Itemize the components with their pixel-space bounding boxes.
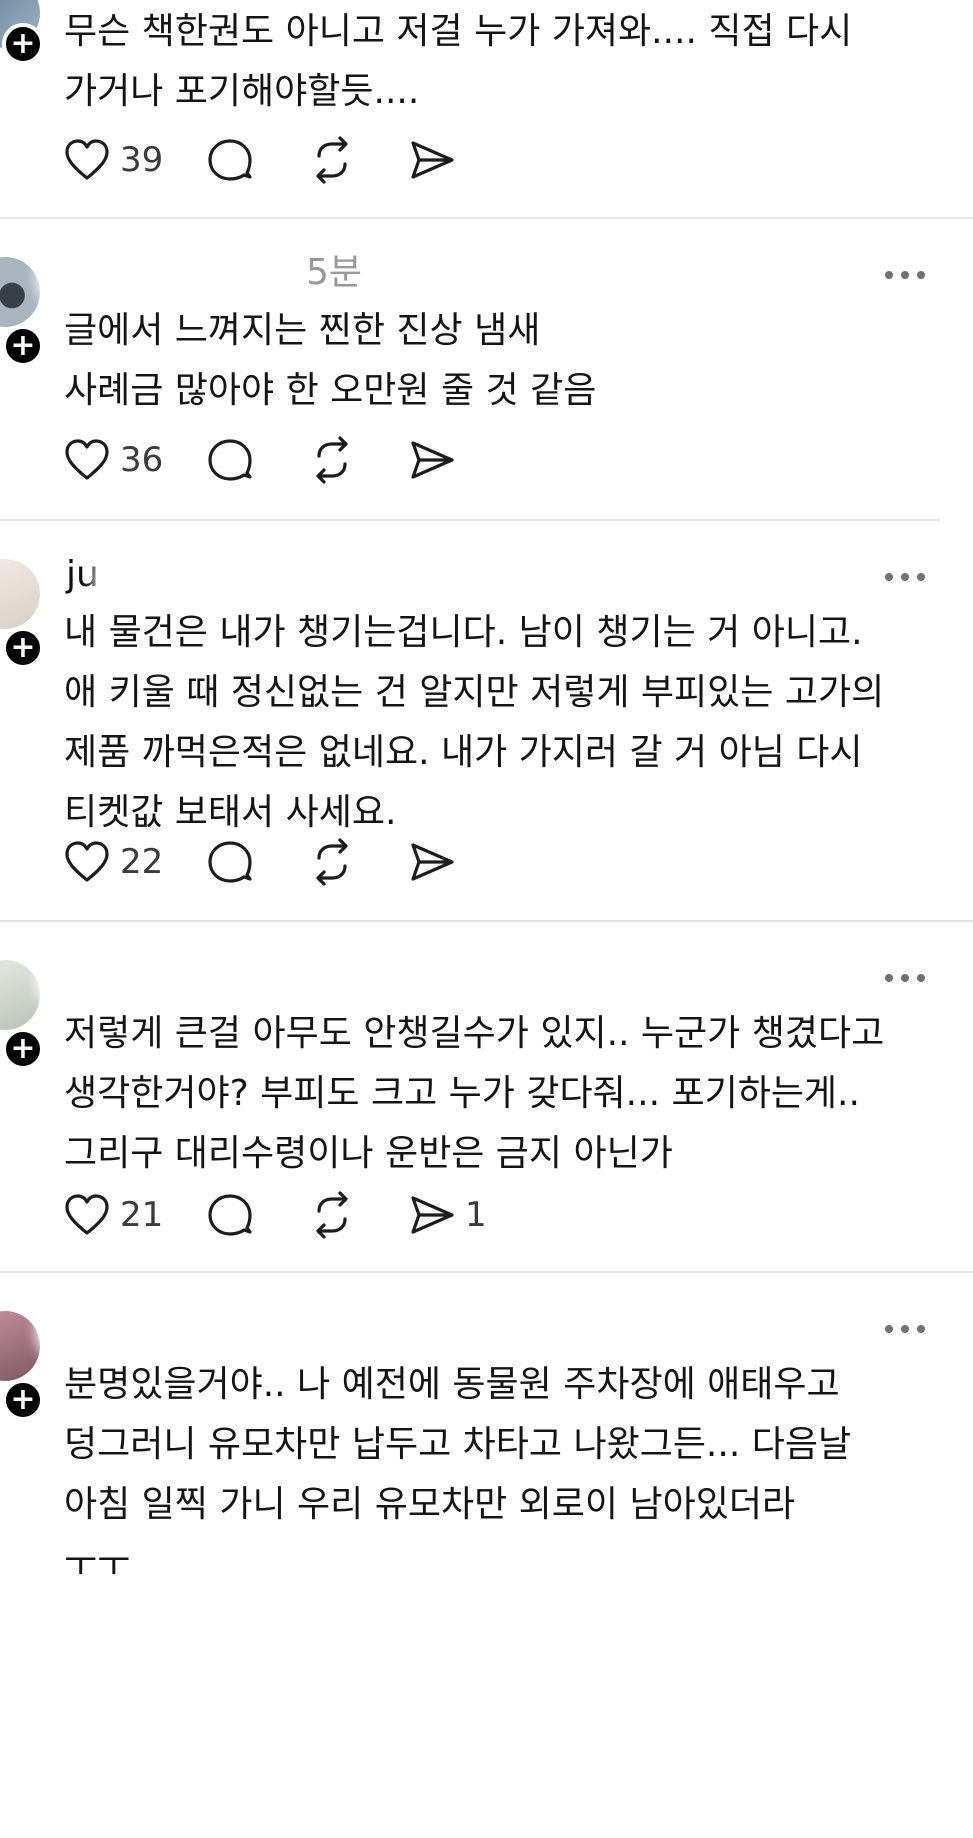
post-text: 글에서 느껴지는 찐한 진상 냄새 사례금 많아야 한 오만원 줄 것 같음: [64, 310, 597, 411]
repost-icon: [316, 1191, 348, 1239]
like-button[interactable]: 22: [62, 836, 163, 888]
thread-post: + 분명있을거야.. 나 예전에 동물원 주차장에 애태우고 덩그러니 유모차만…: [0, 1273, 973, 1838]
repost-icon: [316, 838, 348, 886]
repost-icon: [316, 436, 348, 484]
share-button[interactable]: [407, 836, 465, 888]
speech-bubble-icon: [208, 1194, 252, 1236]
post-time: 5분: [306, 252, 363, 293]
speech-bubble-icon: [208, 841, 252, 883]
author-row: [44, 1299, 866, 1361]
send-icon: [411, 441, 454, 479]
follow-plus-icon[interactable]: +: [2, 23, 44, 65]
redaction-blur: [44, 245, 294, 307]
like-count: 36: [120, 440, 164, 480]
repost-button[interactable]: [307, 134, 357, 186]
like-count: 22: [120, 842, 164, 882]
repost-icon: [316, 136, 348, 184]
avatar[interactable]: [0, 559, 40, 629]
redaction-blur: [102, 547, 472, 609]
more-options-button[interactable]: [885, 1323, 925, 1335]
send-icon: [411, 141, 454, 179]
follow-plus-icon[interactable]: +: [2, 325, 44, 367]
thread-post: + 무슨 책한권도 아니고 저걸 누가 가져와.... 직접 다시 가거나 포기…: [0, 0, 973, 218]
heart-icon: [65, 139, 109, 180]
reply-button[interactable]: [205, 434, 255, 486]
repost-button[interactable]: [307, 434, 357, 486]
speech-bubble-icon: [208, 139, 252, 181]
heart-icon: [65, 1194, 109, 1235]
post-text: 내 물건은 내가 챙기는겁니다. 남이 챙기는 거 아니고. 애 키울 때 정신…: [64, 612, 885, 833]
follow-plus-icon[interactable]: +: [2, 1379, 44, 1421]
author-row: ju: [66, 547, 866, 609]
post-text: 저렇게 큰걸 아무도 안챙길수가 있지.. 누군가 챙겼다고 생각한거야? 부피…: [64, 1013, 885, 1174]
speech-bubble-icon: [208, 439, 252, 481]
thread-post: + 저렇게 큰걸 아무도 안챙길수가 있지.. 누군가 챙겼다고 생각한거야? …: [0, 922, 973, 1272]
send-icon: [411, 1196, 454, 1234]
author-name[interactable]: ju: [66, 554, 99, 595]
avatar[interactable]: [0, 960, 40, 1030]
post-text: 무슨 책한권도 아니고 저걸 누가 가져와.... 직접 다시 가거나 포기해야…: [64, 11, 853, 112]
redaction-blur: [44, 1299, 434, 1361]
like-button[interactable]: 39: [62, 134, 163, 186]
share-count: 1: [465, 1195, 487, 1235]
thread-post: + 5분 글에서 느껴지는 찐한 진상 냄새 사례금 많아야 한 오만원 줄 것…: [0, 219, 973, 519]
redaction-blur: [44, 948, 404, 1010]
like-button[interactable]: 21: [62, 1189, 163, 1241]
like-button[interactable]: 36: [62, 434, 163, 486]
avatar[interactable]: [0, 257, 40, 327]
send-icon: [411, 843, 454, 881]
follow-plus-icon[interactable]: +: [2, 1028, 44, 1070]
author-row: [44, 948, 866, 1010]
more-options-button[interactable]: [885, 571, 925, 583]
share-button[interactable]: 1: [407, 1189, 487, 1241]
repost-button[interactable]: [307, 1189, 357, 1241]
heart-icon: [65, 841, 109, 882]
reply-button[interactable]: [205, 836, 255, 888]
repost-button[interactable]: [307, 836, 357, 888]
like-count: 39: [120, 140, 164, 180]
post-text: 분명있을거야.. 나 예전에 동물원 주차장에 애태우고 덩그러니 유모차만 납…: [64, 1364, 852, 1585]
follow-plus-icon[interactable]: +: [2, 627, 44, 669]
heart-icon: [65, 439, 109, 480]
like-count: 21: [120, 1195, 164, 1235]
reply-button[interactable]: [205, 134, 255, 186]
author-row: 5분: [44, 245, 866, 307]
more-options-button[interactable]: [885, 972, 925, 984]
reply-button[interactable]: [205, 1189, 255, 1241]
share-button[interactable]: [407, 134, 465, 186]
avatar[interactable]: [0, 1311, 40, 1381]
more-options-button[interactable]: [885, 269, 925, 281]
thread-post: + ju 내 물건은 내가 챙기는겁니다. 남이 챙기는 거 아니고. 애 키울…: [0, 521, 973, 921]
share-button[interactable]: [407, 434, 465, 486]
